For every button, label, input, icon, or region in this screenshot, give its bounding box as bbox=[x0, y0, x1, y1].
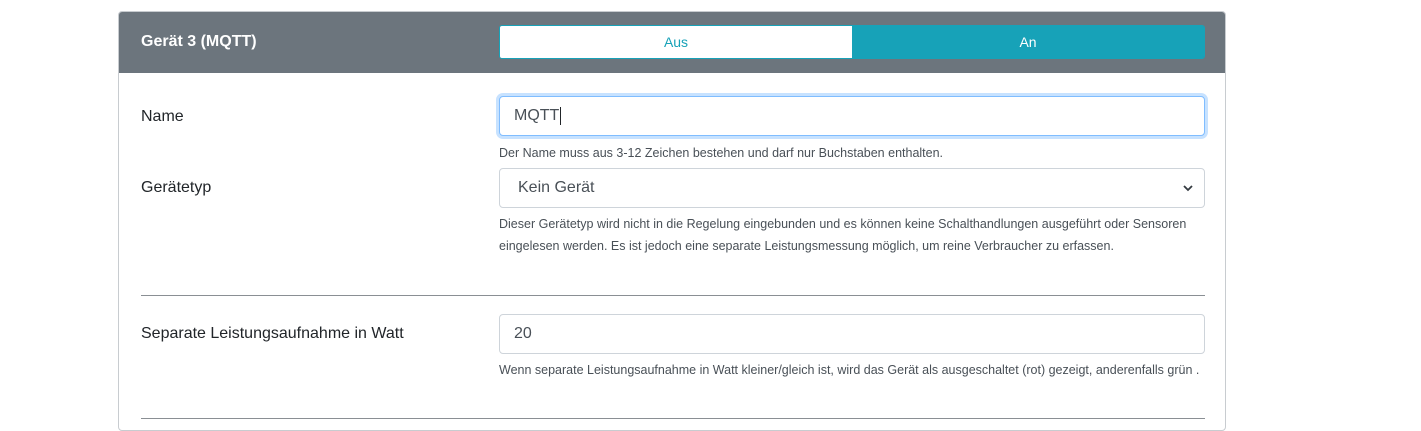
power-input-value: 20 bbox=[514, 325, 532, 342]
device-type-select[interactable]: Kein Gerät bbox=[499, 168, 1205, 208]
text-caret bbox=[560, 107, 562, 125]
power-label: Separate Leistungsaufnahme in Watt bbox=[141, 325, 404, 342]
name-label: Name bbox=[141, 108, 184, 125]
card-header: Gerät 3 (MQTT) Aus An bbox=[119, 12, 1225, 73]
name-help-text: Der Name muss aus 3-12 Zeichen bestehen … bbox=[499, 146, 944, 160]
name-input-value: MQTT bbox=[514, 107, 560, 124]
name-input[interactable]: MQTT bbox=[499, 96, 1205, 136]
device-type-help-text: Dieser Gerätetyp wird nicht in die Regel… bbox=[499, 217, 1187, 253]
chevron-down-icon bbox=[1183, 185, 1193, 192]
toggle-off-button[interactable]: Aus bbox=[500, 26, 852, 58]
device-type-selected: Kein Gerät bbox=[518, 179, 595, 196]
card-title: Gerät 3 (MQTT) bbox=[141, 33, 257, 50]
power-help-text: Wenn separate Leistungsaufnahme in Watt … bbox=[499, 363, 1200, 377]
device-type-label: Gerätetyp bbox=[141, 179, 212, 196]
on-off-toggle: Aus An bbox=[499, 25, 1205, 59]
power-input[interactable]: 20 bbox=[499, 314, 1205, 354]
device-card: Gerät 3 (MQTT) Aus An Name MQTT Der Name… bbox=[118, 11, 1226, 431]
toggle-on-button[interactable]: An bbox=[852, 26, 1204, 58]
section-divider bbox=[141, 295, 1205, 296]
